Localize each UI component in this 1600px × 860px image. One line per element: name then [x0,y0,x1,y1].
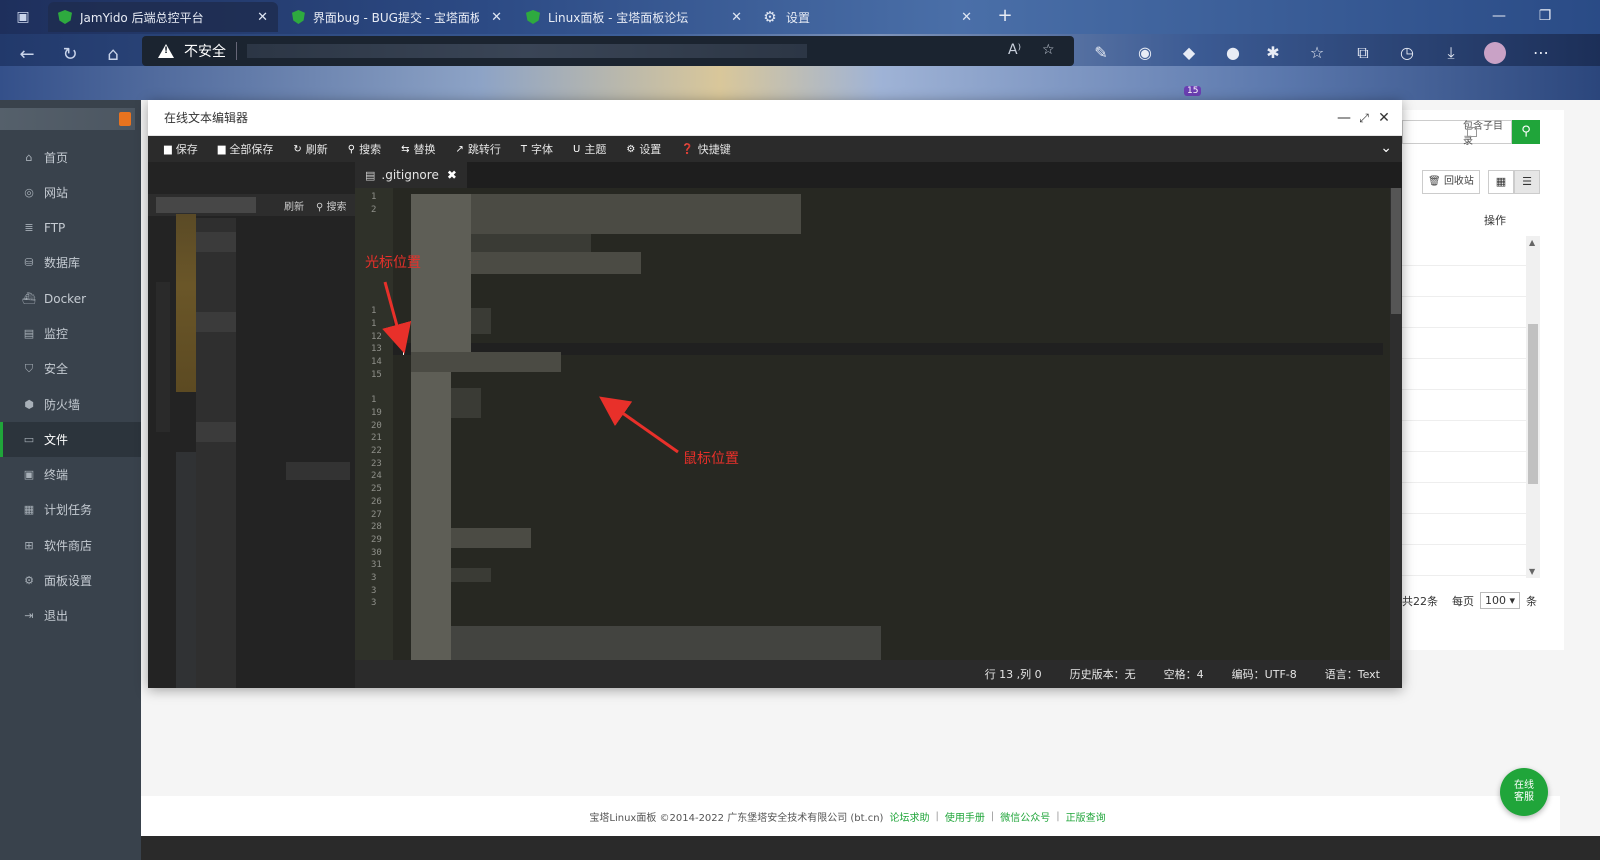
annotation-arrows [382,281,679,454]
cursor-arrow [382,281,412,354]
screen: { "browser": { "tabs": [ {"title": "JamY… [0,0,1600,860]
mouse-arrow [599,396,679,454]
